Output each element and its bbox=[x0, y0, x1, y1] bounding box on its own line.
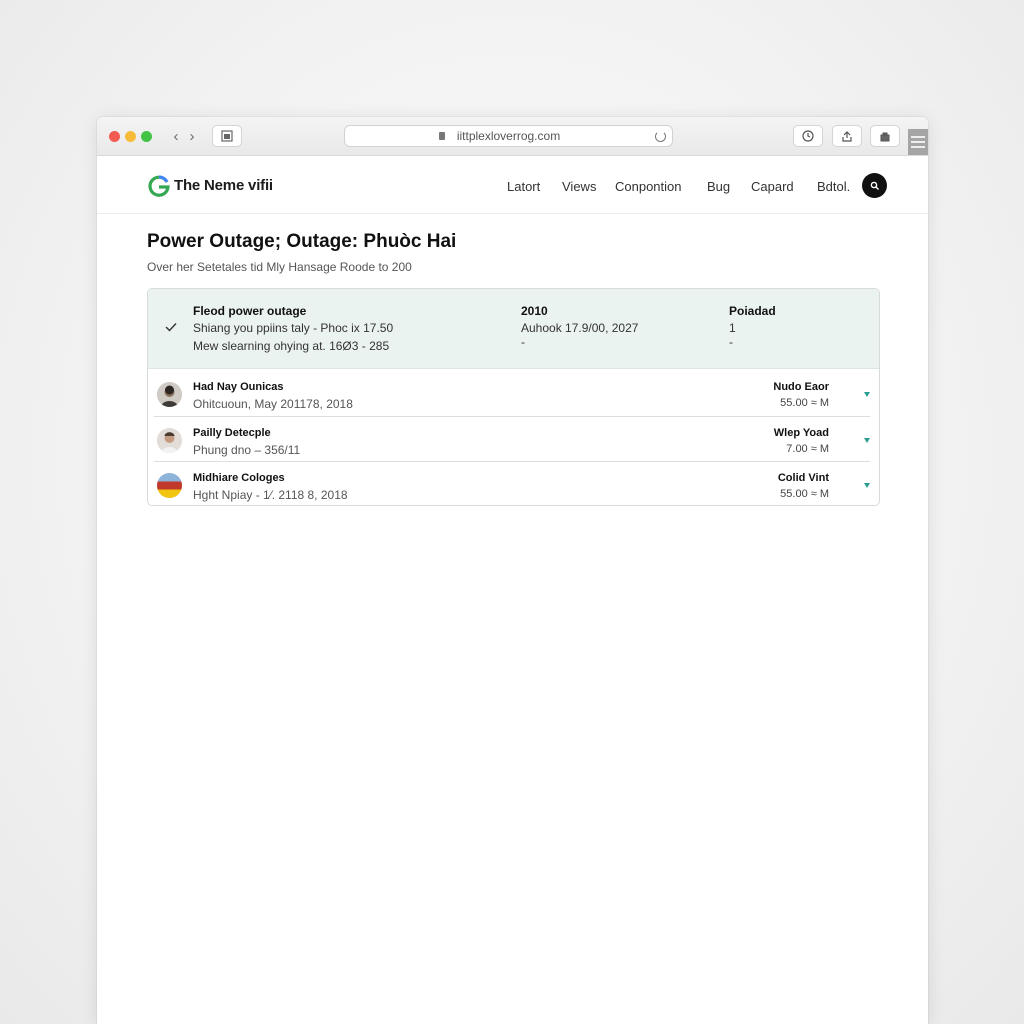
summary-dash: - bbox=[729, 335, 733, 349]
avatar bbox=[157, 382, 182, 407]
nav-link-bdtol[interactable]: Bdtol. bbox=[817, 179, 850, 194]
avatar bbox=[157, 428, 182, 453]
item-right-title: Nudo Eaor bbox=[773, 381, 829, 393]
bag-icon bbox=[880, 132, 890, 142]
reload-icon[interactable] bbox=[655, 131, 666, 142]
search-button[interactable] bbox=[862, 173, 887, 198]
person-avatar-icon bbox=[157, 428, 182, 453]
chevron-down-icon[interactable] bbox=[864, 483, 870, 488]
browser-titlebar: ‹ › iittplexloverrog.com bbox=[97, 117, 928, 156]
back-arrow-icon[interactable]: ‹ bbox=[169, 128, 183, 145]
brand-logo-icon[interactable] bbox=[147, 174, 171, 198]
sidebar-toggle-button[interactable] bbox=[908, 129, 928, 155]
outage-card: Fleod power outage Shiang you ppiins tal… bbox=[147, 288, 880, 506]
flag-avatar-icon bbox=[157, 473, 182, 498]
summary-line: Mew slearning ohying at. 16Ø3 - 285 bbox=[193, 339, 390, 353]
item-meta: Phung dno – 356/11 bbox=[193, 443, 301, 457]
search-icon bbox=[870, 181, 879, 190]
tabs-icon bbox=[221, 130, 233, 142]
summary-count: 1 bbox=[729, 321, 736, 335]
item-right-value: 55.00 ≈ M bbox=[780, 488, 829, 500]
nav-link-latort[interactable]: Latort bbox=[507, 179, 540, 194]
item-right-value: 7.00 ≈ M bbox=[786, 443, 829, 455]
clock-icon bbox=[802, 130, 814, 142]
brand-name[interactable]: The Neme vifii bbox=[174, 177, 273, 194]
summary-year: 2010 bbox=[521, 304, 548, 318]
tab-overview-button[interactable] bbox=[212, 125, 242, 147]
minimize-window-button[interactable] bbox=[125, 131, 136, 142]
chevron-down-icon[interactable] bbox=[864, 392, 870, 397]
item-right-title: Colid Vint bbox=[777, 472, 829, 484]
summary-line: Shiang you ppiins taly - Phoc ix 17.50 bbox=[193, 321, 394, 335]
nav-link-bug[interactable]: Bug bbox=[707, 179, 730, 194]
site-header: The Neme vifii Latort Views Conpontion B… bbox=[97, 157, 928, 214]
summary-date: Auhook 17.9/00, 2027 bbox=[521, 321, 639, 335]
menu-line bbox=[911, 141, 925, 143]
summary-title: Fleod power outage bbox=[193, 304, 307, 318]
browser-window: ‹ › iittplexloverrog.com The Neme vifii … bbox=[97, 117, 928, 1024]
share-icon bbox=[842, 131, 852, 142]
item-right-title: Wlep Yoad bbox=[773, 427, 829, 439]
close-window-button[interactable] bbox=[109, 131, 120, 142]
list-item[interactable]: Had Nay Ounicas Ohitcuoun, May 201178, 2… bbox=[148, 371, 879, 416]
person-avatar-icon bbox=[157, 382, 182, 407]
chevron-down-icon[interactable] bbox=[864, 438, 870, 443]
summary-dash: - bbox=[521, 335, 525, 349]
forward-arrow-icon[interactable]: › bbox=[185, 128, 199, 145]
outage-summary[interactable]: Fleod power outage Shiang you ppiins tal… bbox=[148, 289, 879, 369]
menu-line bbox=[911, 136, 925, 138]
item-meta: Ohitcuoun, May 201178, 2018 bbox=[193, 397, 353, 411]
page-subtitle: Over her Setetales tid Mly Hansage Roode… bbox=[147, 260, 412, 274]
maximize-window-button[interactable] bbox=[141, 131, 152, 142]
nav-link-capard[interactable]: Capard bbox=[751, 179, 794, 194]
list-item[interactable]: Midhiare Cologes Hght Npiay - 1⁄. 2118 8… bbox=[148, 462, 879, 505]
lock-icon bbox=[439, 132, 445, 140]
item-name: Midhiare Cologes bbox=[193, 472, 285, 484]
share-button[interactable] bbox=[832, 125, 862, 147]
summary-status-label: Poiadad bbox=[729, 304, 776, 318]
nav-link-views[interactable]: Views bbox=[562, 179, 596, 194]
item-meta: Hght Npiay - 1⁄. 2118 8, 2018 bbox=[193, 488, 348, 502]
check-icon bbox=[165, 323, 177, 332]
download-button[interactable] bbox=[793, 125, 823, 147]
menu-line bbox=[911, 146, 925, 148]
item-right-value: 55.00 ≈ M bbox=[780, 397, 829, 409]
history-nav: ‹ › bbox=[165, 125, 203, 147]
avatar bbox=[157, 473, 182, 498]
page-title: Power Outage; Outage: Phuòc Hai bbox=[147, 231, 457, 252]
item-name: Had Nay Ounicas bbox=[193, 381, 284, 393]
nav-link-conpontion[interactable]: Conpontion bbox=[615, 179, 682, 194]
address-bar-url: iittplexloverrog.com bbox=[456, 129, 561, 143]
address-bar[interactable]: iittplexloverrog.com bbox=[344, 125, 673, 147]
extension-button[interactable] bbox=[870, 125, 900, 147]
item-name: Pailly Detecple bbox=[193, 427, 271, 439]
list-item[interactable]: Pailly Detecple Phung dno – 356/11 Wlep … bbox=[148, 417, 879, 462]
